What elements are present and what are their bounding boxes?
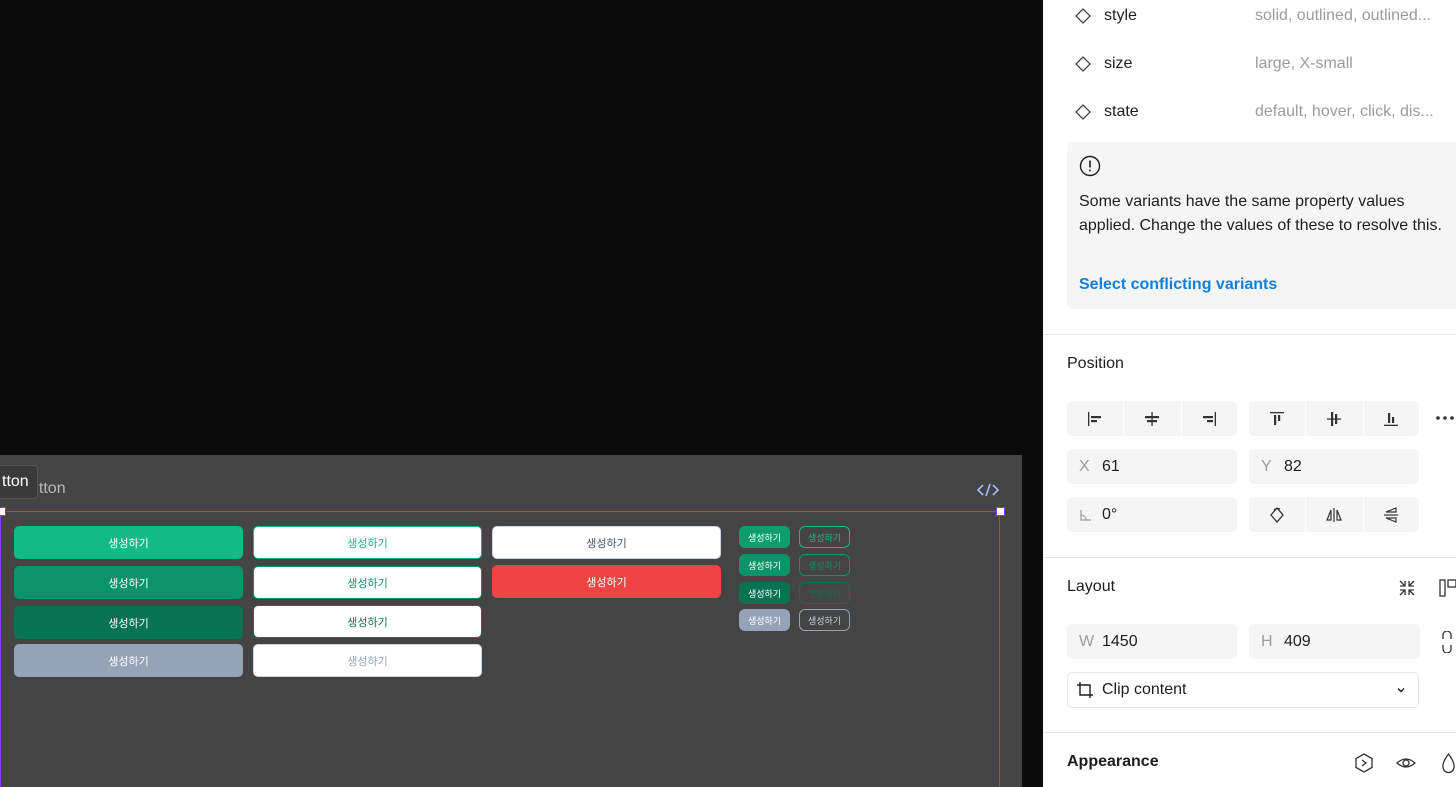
variant-button-outlined-hover[interactable]: 생성하기 bbox=[253, 566, 482, 599]
divider bbox=[1043, 334, 1456, 335]
y-value[interactable]: 82 bbox=[1284, 458, 1302, 476]
chevron-down-icon bbox=[1397, 688, 1405, 693]
rotate-icon bbox=[1270, 506, 1285, 523]
property-values[interactable]: large, X-small bbox=[1255, 55, 1353, 73]
rotation-value[interactable]: 0° bbox=[1102, 506, 1117, 524]
auto-layout-icon[interactable] bbox=[1439, 578, 1456, 598]
variant-button-outlined-gray[interactable]: 생성하기 bbox=[492, 526, 721, 559]
clip-content-label: Clip content bbox=[1102, 681, 1187, 698]
width-field[interactable]: W 1450 bbox=[1067, 624, 1237, 659]
x-position-field[interactable]: X 61 bbox=[1067, 449, 1237, 484]
more-options-icon[interactable] bbox=[1435, 410, 1456, 426]
property-row-state[interactable]: state default, hover, click, dis... bbox=[1043, 100, 1456, 124]
height-field[interactable]: H 409 bbox=[1249, 624, 1420, 659]
align-horizontal-center-icon bbox=[1145, 411, 1160, 426]
variant-button-small-outlined-disabled[interactable]: 생성하기 bbox=[799, 609, 850, 631]
h-value[interactable]: 409 bbox=[1284, 633, 1311, 651]
warning-icon bbox=[1079, 155, 1101, 177]
variant-property-icon bbox=[1075, 8, 1091, 24]
flip-horizontal-button[interactable] bbox=[1306, 497, 1364, 532]
property-row-style[interactable]: style solid, outlined, outlined... bbox=[1043, 4, 1456, 28]
variant-conflict-warning: Some variants have the same property val… bbox=[1067, 142, 1456, 309]
align-bottom-button[interactable] bbox=[1364, 401, 1419, 436]
variant-button-small-solid-click[interactable]: 생성하기 bbox=[739, 582, 790, 604]
variant-button-solid-hover[interactable]: 생성하기 bbox=[14, 566, 243, 599]
y-position-field[interactable]: Y 82 bbox=[1249, 449, 1419, 484]
variant-button-solid-default[interactable]: 생성하기 bbox=[14, 526, 243, 559]
properties-panel: style solid, outlined, outlined... size … bbox=[1043, 0, 1456, 787]
rotate-button[interactable] bbox=[1249, 497, 1307, 532]
variant-button-small-solid-default[interactable]: 생성하기 bbox=[739, 526, 790, 548]
layout-section-title: Layout bbox=[1067, 578, 1116, 595]
align-right-icon bbox=[1203, 411, 1217, 426]
x-label: X bbox=[1079, 457, 1090, 475]
resize-handle-top-left[interactable] bbox=[0, 507, 6, 516]
variant-button-outlined-default[interactable]: 생성하기 bbox=[253, 526, 482, 559]
constrain-proportions-icon[interactable] bbox=[1441, 631, 1453, 653]
select-conflicting-variants-link[interactable]: Select conflicting variants bbox=[1079, 276, 1277, 294]
w-value[interactable]: 1450 bbox=[1102, 633, 1138, 651]
variant-button-solid-disabled[interactable]: 생성하기 bbox=[14, 644, 243, 677]
align-left-icon bbox=[1088, 411, 1102, 426]
eye-icon[interactable] bbox=[1395, 752, 1417, 774]
collapse-icon[interactable] bbox=[1397, 578, 1417, 598]
align-right-button[interactable] bbox=[1182, 401, 1237, 436]
property-name: state bbox=[1104, 103, 1139, 120]
variant-button-small-outlined-default[interactable]: 생성하기 bbox=[799, 526, 850, 548]
flip-horizontal-icon bbox=[1326, 507, 1343, 522]
resize-handle-top-right[interactable] bbox=[996, 507, 1005, 516]
h-label: H bbox=[1261, 632, 1273, 650]
property-name: style bbox=[1104, 7, 1137, 24]
divider bbox=[1043, 732, 1456, 733]
align-top-icon bbox=[1270, 411, 1285, 425]
transform-group bbox=[1249, 497, 1419, 532]
align-left-button[interactable] bbox=[1067, 401, 1125, 436]
property-row-size[interactable]: size large, X-small bbox=[1043, 52, 1456, 76]
frame-name-tag[interactable]: tton bbox=[0, 465, 38, 499]
property-values[interactable]: solid, outlined, outlined... bbox=[1255, 7, 1431, 25]
design-canvas[interactable]: utton tton 생성하기 생성하기 생성하기 생성하기 생성하기 생성하기… bbox=[0, 0, 1043, 787]
align-vertical-center-button[interactable] bbox=[1306, 401, 1364, 436]
variant-button-small-solid-hover[interactable]: 생성하기 bbox=[739, 554, 790, 576]
variable-mode-icon[interactable] bbox=[1353, 752, 1375, 774]
crop-icon bbox=[1077, 682, 1093, 698]
rotation-field[interactable]: 0° bbox=[1067, 497, 1237, 532]
x-value[interactable]: 61 bbox=[1102, 458, 1120, 476]
property-name: size bbox=[1104, 55, 1133, 72]
variant-button-small-solid-disabled[interactable]: 생성하기 bbox=[739, 609, 790, 631]
variant-button-solid-click[interactable]: 생성하기 bbox=[14, 606, 243, 639]
y-label: Y bbox=[1261, 457, 1272, 475]
align-vertical-center-icon bbox=[1327, 411, 1342, 426]
appearance-section-title: Appearance bbox=[1067, 753, 1159, 770]
warning-text: Some variants have the same property val… bbox=[1079, 193, 1442, 234]
vertical-align-group bbox=[1249, 401, 1419, 436]
rotation-angle-icon bbox=[1080, 509, 1091, 521]
opacity-drop-icon[interactable] bbox=[1441, 752, 1456, 774]
variant-button-small-outlined-hover[interactable]: 생성하기 bbox=[799, 554, 850, 576]
variant-property-icon bbox=[1075, 104, 1091, 120]
property-values[interactable]: default, hover, click, dis... bbox=[1255, 103, 1434, 121]
variant-button-outlined-disabled[interactable]: 생성하기 bbox=[253, 644, 482, 677]
w-label: W bbox=[1079, 632, 1095, 650]
variant-button-danger[interactable]: 생성하기 bbox=[492, 565, 721, 598]
code-icon[interactable] bbox=[976, 481, 1000, 499]
variant-property-icon bbox=[1075, 56, 1091, 72]
horizontal-align-group bbox=[1067, 401, 1237, 436]
divider bbox=[1043, 557, 1456, 558]
variant-button-outlined-click[interactable]: 생성하기 bbox=[253, 605, 482, 638]
align-top-button[interactable] bbox=[1249, 401, 1307, 436]
flip-vertical-icon bbox=[1384, 506, 1399, 523]
align-horizontal-center-button[interactable] bbox=[1124, 401, 1182, 436]
variant-button-small-outlined-click[interactable]: 생성하기 bbox=[799, 582, 850, 604]
align-bottom-icon bbox=[1384, 412, 1399, 426]
flip-vertical-button[interactable] bbox=[1364, 497, 1419, 532]
clip-content-dropdown[interactable]: Clip content bbox=[1067, 672, 1419, 708]
position-section-title: Position bbox=[1067, 355, 1124, 372]
